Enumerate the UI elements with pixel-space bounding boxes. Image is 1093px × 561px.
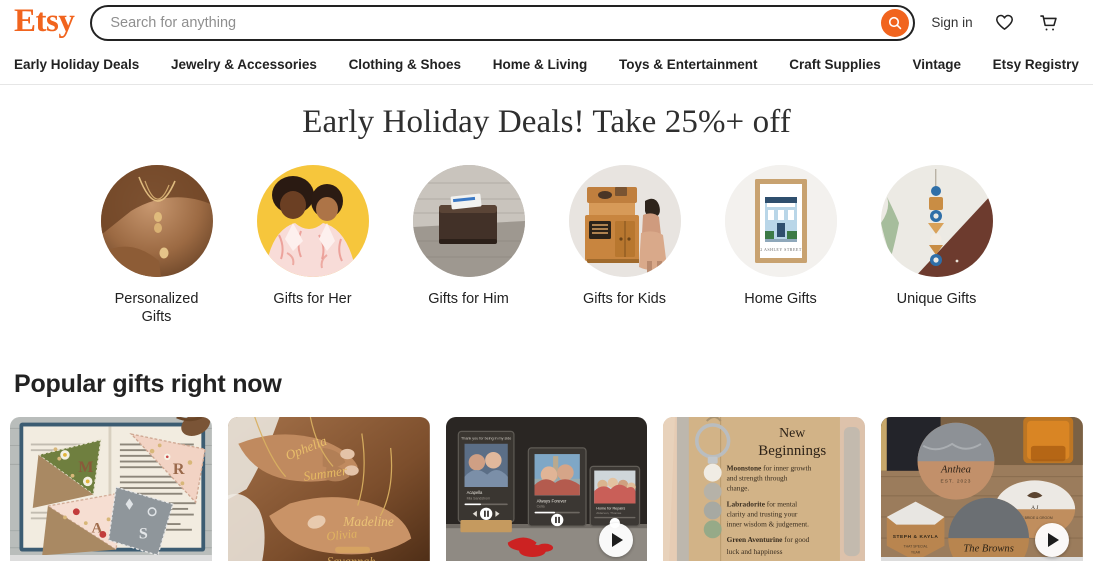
sign-in-link[interactable]: Sign in (931, 15, 972, 30)
search-button[interactable] (881, 8, 910, 37)
heart-icon (994, 12, 1015, 33)
svg-text:Always Forever: Always Forever (536, 498, 566, 503)
category-image-gifts-for-him (412, 164, 525, 277)
svg-text:S: S (139, 525, 148, 542)
svg-text:Mia Sandstrom: Mia Sandstrom (466, 496, 490, 500)
category-image-unique-gifts (880, 164, 993, 277)
svg-text:EST. 2023: EST. 2023 (941, 478, 972, 484)
category-label: Gifts for Her (273, 290, 352, 307)
svg-text:THAT SPECIAL: THAT SPECIAL (904, 545, 928, 549)
category-circle-row: Personalized Gifts Gifts for Her Gifts f… (0, 164, 1093, 326)
cart-icon (1038, 12, 1060, 34)
nav-item-early-holiday-deals[interactable]: Early Holiday Deals (12, 53, 141, 76)
category-home-gifts[interactable]: 2 ASHLEY STREET Home Gifts (724, 164, 837, 326)
nav-item-craft-supplies[interactable]: Craft Supplies (787, 53, 883, 76)
product-image: New Beginnings Moonstone for inner growt… (663, 416, 866, 561)
category-image-home-gifts: 2 ASHLEY STREET (724, 164, 837, 277)
svg-text:Anthea: Anthea (940, 465, 971, 476)
svg-text:YEAR: YEAR (911, 550, 921, 554)
category-nav: Early Holiday Deals Jewelry & Accessorie… (0, 45, 1093, 85)
svg-text:clarity and trusting your: clarity and trusting your (727, 509, 798, 518)
svg-text:inner wisdom & judgement.: inner wisdom & judgement. (727, 519, 810, 528)
hero-title: Early Holiday Deals! Take 25%+ off (302, 104, 791, 140)
category-image-gifts-for-her (256, 164, 369, 277)
popular-section-header: Popular gifts right now (0, 370, 1093, 399)
svg-text:luck and happiness: luck and happiness (727, 547, 783, 556)
svg-text:2 ASHLEY STREET: 2 ASHLEY STREET (760, 247, 802, 252)
svg-text:STEPH & KAYLA: STEPH & KAYLA (893, 534, 939, 540)
popular-gifts-grid: M R A S Ophelia Summer Madeline Olivia T… (0, 416, 1093, 561)
category-gifts-for-her[interactable]: Gifts for Her (256, 164, 369, 326)
svg-text:The Browns: The Browns (964, 543, 1014, 554)
etsy-logo[interactable]: Etsy (14, 5, 75, 38)
header-actions: Sign in (931, 11, 1066, 35)
svg-text:Celia: Celia (536, 504, 544, 508)
svg-text:R: R (173, 461, 185, 478)
category-label: Unique Gifts (896, 290, 977, 307)
nav-item-vintage[interactable]: Vintage (910, 53, 963, 76)
svg-text:A J: A J (1031, 505, 1039, 511)
site-header: Etsy Sign in (0, 0, 1093, 45)
category-image-personalized-gifts (100, 164, 213, 277)
product-card[interactable]: M R A S (10, 416, 212, 561)
category-label: Home Gifts (744, 290, 817, 307)
nav-item-toys-entertainment[interactable]: Toys & Entertainment (617, 53, 760, 76)
svg-text:Alderson, Thomas: Alderson, Thomas (596, 511, 621, 515)
svg-text:New: New (779, 426, 805, 441)
category-label: Gifts for Him (428, 290, 509, 307)
svg-text:change.: change. (727, 483, 750, 492)
svg-text:Savannah: Savannah (327, 554, 376, 561)
search-bar (90, 4, 916, 41)
svg-text:Moonstone for inner growth: Moonstone for inner growth (727, 464, 812, 473)
svg-text:and strength through: and strength through (727, 473, 788, 482)
category-gifts-for-him[interactable]: Gifts for Him (412, 164, 525, 326)
cart-button[interactable] (1037, 11, 1061, 35)
svg-text:Green Aventurine for good: Green Aventurine for good (727, 535, 810, 544)
svg-text:M: M (78, 459, 93, 476)
nav-item-jewelry-accessories[interactable]: Jewelry & Accessories (169, 53, 319, 76)
product-image: Ophelia Summer Madeline Olivia Savannah (227, 416, 430, 561)
product-card[interactable]: New Beginnings Moonstone for inner growt… (663, 416, 866, 561)
play-video-button[interactable] (599, 522, 634, 557)
svg-text:Labradorite for mental: Labradorite for mental (727, 499, 798, 508)
category-gifts-for-kids[interactable]: Gifts for Kids (568, 164, 681, 326)
svg-text:Thank you for being in my side: Thank you for being in my side (461, 436, 511, 440)
play-icon (612, 532, 624, 547)
favorites-button[interactable] (993, 11, 1017, 35)
search-box (90, 4, 916, 41)
svg-text:Beginnings: Beginnings (759, 443, 827, 459)
product-card[interactable]: Ophelia Summer Madeline Olivia Savannah (227, 416, 430, 561)
category-unique-gifts[interactable]: Unique Gifts (880, 164, 993, 326)
category-label: Personalized Gifts (114, 290, 199, 325)
category-personalized-gifts[interactable]: Personalized Gifts (100, 164, 213, 326)
nav-item-home-living[interactable]: Home & Living (491, 53, 590, 76)
play-video-button[interactable] (1034, 522, 1069, 557)
search-icon (887, 15, 903, 31)
hero-section: Early Holiday Deals! Take 25%+ off Perso… (0, 85, 1093, 326)
page-title: Popular gifts right now (14, 369, 282, 398)
nav-item-clothing-shoes[interactable]: Clothing & Shoes (347, 53, 464, 76)
product-card[interactable]: Anthea EST. 2023 STEPH & KAYLA THAT SPEC… (881, 416, 1083, 561)
svg-text:Acapella: Acapella (466, 490, 482, 495)
nav-item-etsy-registry[interactable]: Etsy Registry (991, 53, 1081, 76)
search-input[interactable] (110, 14, 882, 31)
product-card[interactable]: Thank you for being in my side Acapella … (445, 416, 648, 561)
play-icon (1047, 532, 1059, 547)
product-image: M R A S (10, 416, 212, 556)
category-image-gifts-for-kids (568, 164, 681, 277)
category-label: Gifts for Kids (583, 290, 666, 307)
